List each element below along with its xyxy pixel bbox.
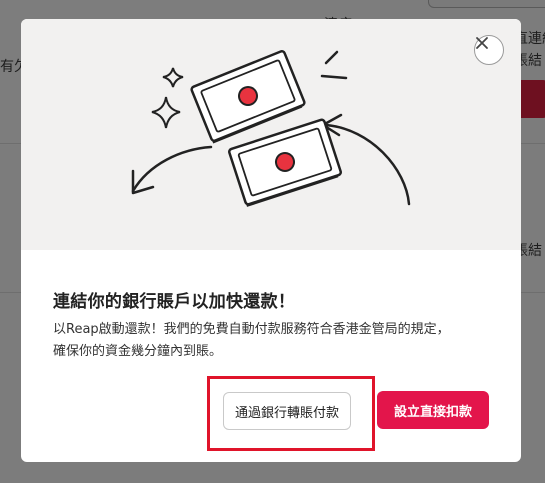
close-icon: [476, 37, 488, 49]
bill-lower-icon: [228, 118, 342, 207]
bill-upper-icon: [190, 50, 306, 144]
link-bank-modal: 連結你的銀行賬戶以加快還款！ 以Reap啟動還款！我們的免費自動付款服務符合香港…: [21, 19, 521, 462]
sparkle-icon: [151, 96, 181, 129]
modal-description: 以Reap啟動還款！我們的免費自動付款服務符合香港金管局的規定， 確保你的資金幾…: [53, 319, 493, 363]
modal-title: 連結你的銀行賬戶以加快還款！: [53, 292, 296, 312]
sparkle-icon: [162, 67, 184, 88]
description-line: 以Reap啟動還款！我們的免費自動付款服務符合香港金管局的規定，: [53, 322, 450, 337]
money-transfer-illustration: [131, 50, 411, 207]
illustration-panel: [21, 19, 521, 250]
left-arrow-icon: [131, 145, 213, 193]
close-button[interactable]: [474, 35, 504, 65]
direct-debit-button[interactable]: 設立直接扣款: [377, 391, 489, 429]
description-line: 確保你的資金幾分鐘內到賬。: [53, 344, 223, 359]
background-button: [428, 0, 545, 8]
bank-transfer-button[interactable]: 通過銀行轉賬付款: [223, 392, 351, 430]
